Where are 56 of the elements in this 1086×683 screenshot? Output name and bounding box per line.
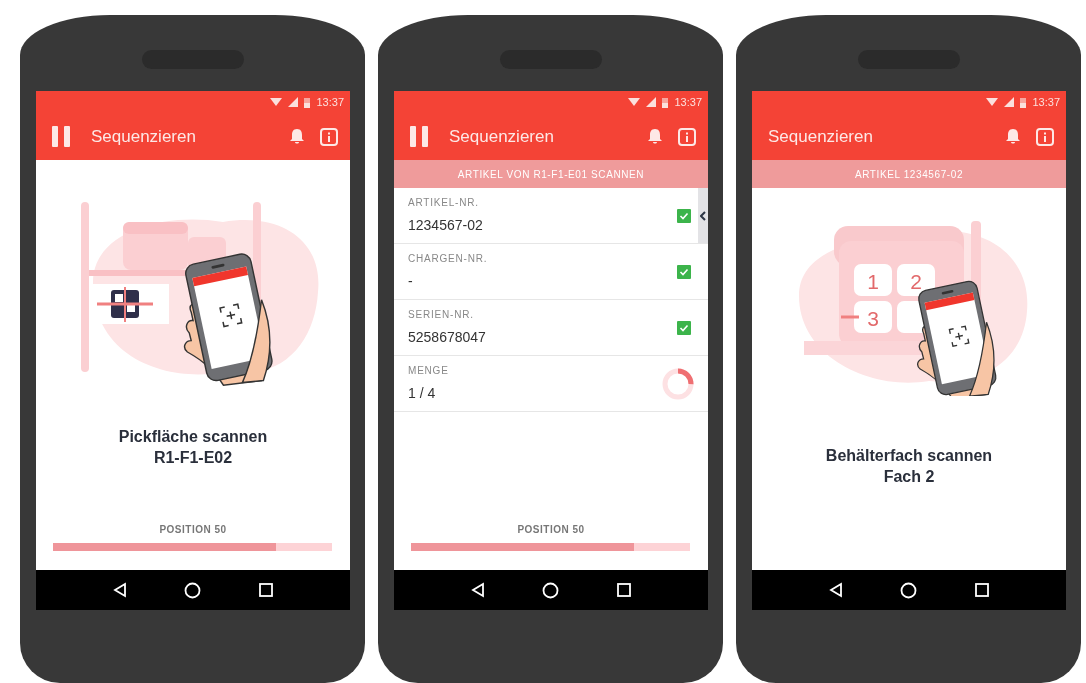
field-value: 5258678047 bbox=[408, 328, 487, 347]
instruction-banner: ARTIKEL VON R1-F1-E01 SCANNEN bbox=[394, 160, 708, 188]
battery-icon bbox=[1020, 96, 1027, 108]
field-label: ARTIKEL-NR. bbox=[408, 196, 480, 210]
back-icon[interactable] bbox=[828, 582, 843, 598]
back-icon[interactable] bbox=[112, 582, 127, 598]
position-label: POSITION 50 bbox=[516, 523, 586, 537]
signal-icon bbox=[288, 97, 299, 107]
wifi-icon bbox=[270, 97, 283, 107]
home-icon[interactable] bbox=[542, 581, 560, 599]
field-label: SERIEN-NR. bbox=[408, 308, 475, 322]
battery-icon bbox=[304, 96, 311, 108]
info-icon[interactable] bbox=[678, 127, 696, 146]
bell-icon[interactable] bbox=[647, 128, 663, 145]
checkbox[interactable] bbox=[677, 208, 691, 223]
field-value: 1234567-02 bbox=[408, 216, 484, 235]
signal-icon bbox=[646, 97, 657, 107]
wifi-icon bbox=[628, 97, 641, 107]
status-time: 13:37 bbox=[674, 94, 702, 110]
back-icon[interactable] bbox=[470, 582, 485, 598]
pause-icon[interactable] bbox=[410, 126, 428, 147]
home-icon[interactable] bbox=[184, 581, 202, 599]
field-value: - bbox=[408, 272, 414, 291]
bin-number: 1 bbox=[867, 270, 879, 293]
status-time: 13:37 bbox=[316, 94, 344, 110]
bell-icon[interactable] bbox=[1005, 128, 1021, 145]
recents-icon[interactable] bbox=[259, 583, 274, 597]
bin-number: 2 bbox=[910, 270, 922, 293]
status-time: 13:37 bbox=[1032, 94, 1060, 110]
drawer-handle[interactable] bbox=[698, 188, 708, 243]
app-title: Sequenzieren bbox=[449, 125, 554, 148]
target-text: R1-F1-E02 bbox=[152, 447, 234, 468]
app-title: Sequenzieren bbox=[91, 125, 196, 148]
checkbox[interactable] bbox=[677, 264, 691, 279]
bin-number: 3 bbox=[867, 307, 879, 330]
pause-icon[interactable] bbox=[52, 126, 70, 147]
field-label: MENGE bbox=[408, 364, 450, 378]
signal-icon bbox=[1004, 97, 1015, 107]
instruction-text: Behälterfach scannen bbox=[824, 446, 994, 466]
checkbox[interactable] bbox=[677, 320, 691, 335]
home-icon[interactable] bbox=[900, 581, 918, 599]
recents-icon[interactable] bbox=[975, 583, 990, 597]
instruction-banner: ARTIKEL 1234567-02 bbox=[752, 160, 1066, 188]
target-text: Fach 2 bbox=[882, 466, 936, 487]
instruction-text: Pickfläche scannen bbox=[117, 427, 269, 447]
info-icon[interactable] bbox=[1036, 127, 1054, 146]
info-icon[interactable] bbox=[320, 127, 338, 146]
recents-icon[interactable] bbox=[617, 583, 632, 597]
battery-icon bbox=[662, 96, 669, 108]
app-title: Sequenzieren bbox=[768, 125, 873, 148]
wifi-icon bbox=[986, 97, 999, 107]
field-value: 1 / 4 bbox=[408, 384, 437, 403]
position-label: POSITION 50 bbox=[158, 523, 228, 537]
chevron-icon bbox=[700, 210, 706, 221]
bell-icon[interactable] bbox=[289, 128, 305, 145]
field-label: CHARGEN-NR. bbox=[408, 252, 489, 266]
